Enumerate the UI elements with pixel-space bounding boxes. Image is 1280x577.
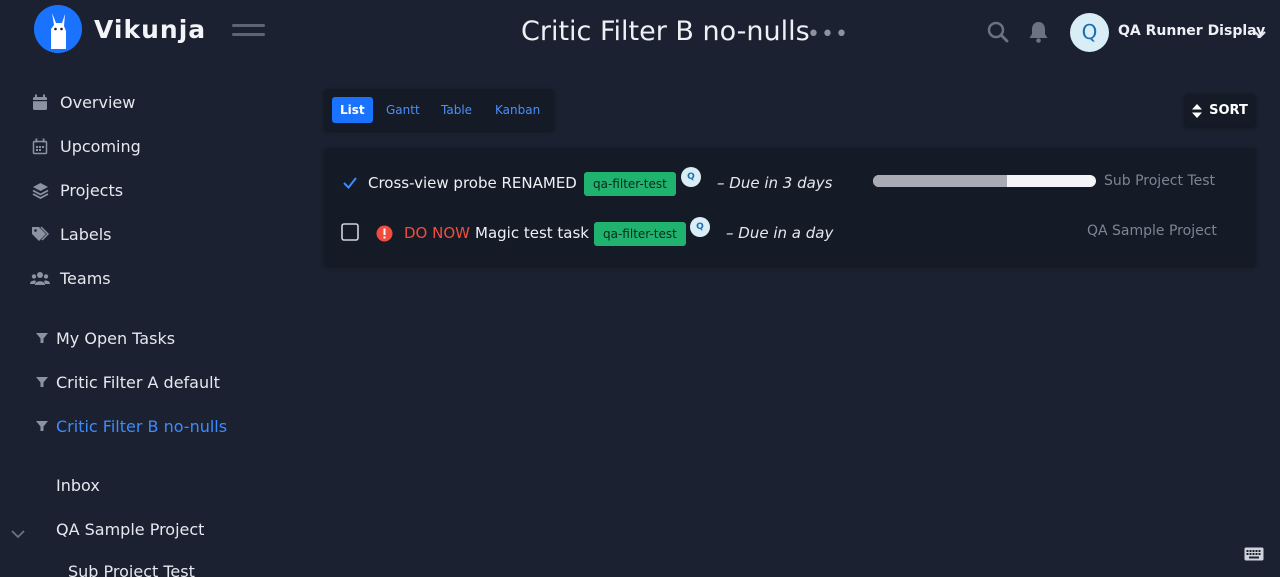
task-label: qa-filter-test [594, 222, 686, 246]
sidebar-item-label: Projects [60, 180, 124, 200]
sidebar-filter-critic-b[interactable]: Critic Filter B no-nulls [35, 414, 227, 438]
task-title[interactable]: Cross-view probe RENAMED [368, 174, 577, 192]
task-row[interactable]: Cross-view probe RENAMED qa-filter-test … [324, 165, 1256, 201]
task-title[interactable]: Magic test task [475, 224, 589, 242]
sidebar-filter-critic-a[interactable]: Critic Filter A default [35, 370, 220, 394]
task-progress-fill [873, 175, 1007, 187]
sidebar-project-sub-project[interactable]: Sub Project Test [68, 562, 195, 577]
notifications-bell-icon[interactable] [1028, 21, 1049, 43]
priority-alert-icon [376, 225, 393, 242]
sidebar-item-label: Teams [60, 268, 111, 288]
sidebar-filter-label: My Open Tasks [56, 328, 176, 348]
task-due-date: – Due in a day [726, 224, 834, 242]
task-project[interactable]: Sub Project Test [1104, 173, 1215, 189]
app-name: Vikunja [94, 14, 207, 44]
tab-gantt[interactable]: Gantt [378, 97, 428, 123]
sidebar-item-label: Upcoming [60, 136, 141, 156]
chevron-down-icon[interactable] [10, 525, 26, 539]
task-row[interactable]: DO NOW Magic test task qa-filter-test Q … [324, 215, 1256, 251]
sort-button[interactable]: SORT [1184, 94, 1256, 127]
sidebar-item-teams[interactable]: Teams [30, 266, 111, 290]
sidebar: Overview Upcoming Projects Labels Teams … [0, 80, 300, 577]
filter-icon [36, 333, 48, 343]
tab-table[interactable]: Table [433, 97, 480, 123]
menu-toggle-icon[interactable] [232, 24, 265, 40]
llama-logo-icon [34, 5, 82, 53]
sidebar-item-label: Labels [60, 224, 112, 244]
view-switcher: List Gantt Table Kanban [324, 89, 554, 131]
sidebar-item-upcoming[interactable]: Upcoming [30, 134, 141, 158]
assignee-avatar: Q [681, 167, 701, 187]
tags-icon [30, 224, 50, 244]
filter-icon [36, 377, 48, 387]
more-options-icon[interactable]: ••• [807, 22, 849, 47]
sidebar-filter-label: Critic Filter A default [56, 372, 220, 392]
user-name[interactable]: QA Runner Display [1118, 23, 1265, 39]
sort-icon [1192, 103, 1203, 118]
chevron-down-icon[interactable] [1253, 26, 1267, 39]
search-icon[interactable] [987, 21, 1009, 43]
keyboard-shortcuts-icon[interactable] [1244, 546, 1264, 561]
task-due-date: – Due in 3 days [717, 174, 833, 192]
user-avatar[interactable]: Q [1070, 13, 1109, 52]
sidebar-item-overview[interactable]: Overview [30, 90, 135, 114]
sort-label: SORT [1209, 103, 1248, 118]
checkmark-icon[interactable] [341, 174, 359, 192]
sidebar-item-labels[interactable]: Labels [30, 222, 112, 246]
tab-list[interactable]: List [332, 97, 373, 123]
page-title: Critic Filter B no-nulls [521, 16, 810, 47]
task-priority-label: DO NOW [404, 224, 470, 242]
sidebar-project-qa-sample[interactable]: QA Sample Project [56, 520, 204, 539]
task-project[interactable]: QA Sample Project [1087, 223, 1217, 239]
calendar-icon [30, 92, 50, 112]
tab-kanban[interactable]: Kanban [487, 97, 548, 123]
logo[interactable]: Vikunja [34, 5, 206, 53]
layers-icon [30, 180, 50, 200]
users-icon [30, 268, 50, 288]
task-list: Cross-view probe RENAMED qa-filter-test … [324, 148, 1256, 266]
sidebar-item-label: Overview [60, 92, 136, 112]
assignee-avatar: Q [690, 217, 710, 237]
task-progress-bar [873, 175, 1096, 187]
task-label: qa-filter-test [584, 172, 676, 196]
filter-icon [36, 421, 48, 431]
sidebar-project-inbox[interactable]: Inbox [56, 476, 100, 495]
sidebar-item-projects[interactable]: Projects [30, 178, 123, 202]
checkbox[interactable] [341, 223, 359, 241]
sidebar-filter-label: Critic Filter B no-nulls [56, 416, 228, 436]
top-bar: Vikunja Critic Filter B no-nulls ••• Q Q… [0, 0, 1280, 66]
sidebar-filter-my-open-tasks[interactable]: My Open Tasks [35, 326, 175, 350]
calendar-grid-icon [30, 136, 50, 156]
